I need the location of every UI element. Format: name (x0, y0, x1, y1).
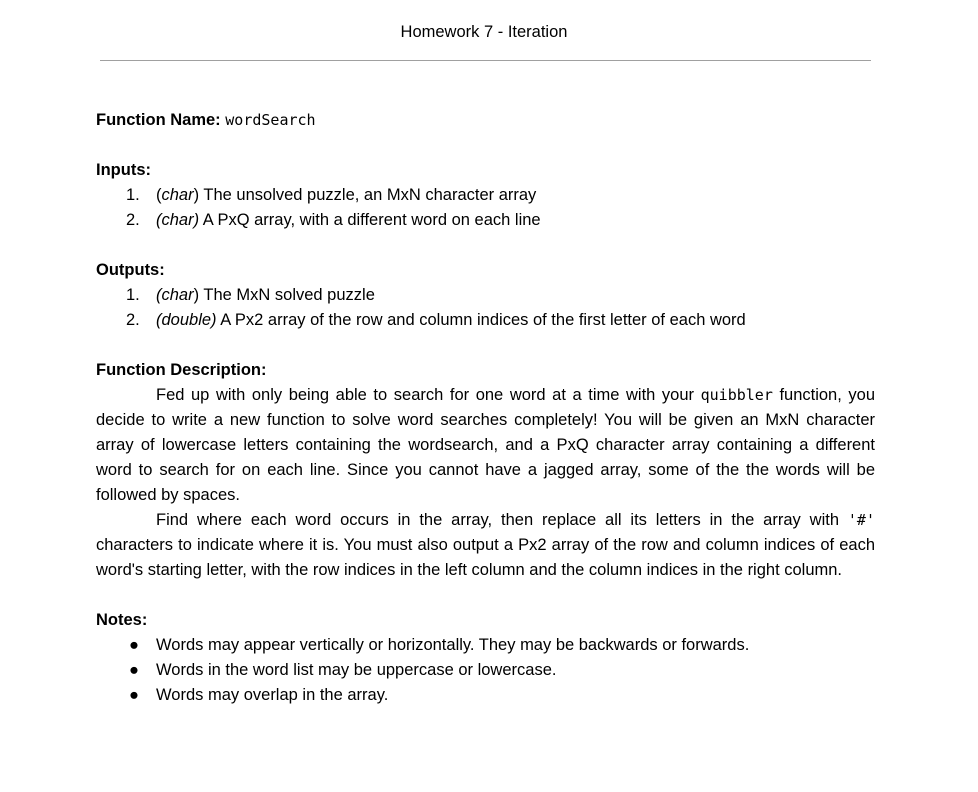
inline-code-quibbler: quibbler (700, 386, 773, 404)
description-paragraph-2: Find where each word occurs in the array… (96, 508, 875, 583)
notes-heading: Notes: (96, 611, 148, 629)
output-description: The MxN solved puzzle (199, 286, 375, 304)
note-text: Words may overlap in the array. (156, 686, 389, 704)
notes-list: ● Words may appear vertically or horizont… (96, 633, 875, 708)
note-text: Words may appear vertically or horizonta… (156, 636, 750, 654)
description-text: Fed up with only being able to search fo… (156, 386, 701, 404)
bullet-icon: ● (129, 686, 139, 704)
input-item: 2. (char) A PxQ array, with a different w… (96, 208, 875, 233)
input-description: A PxQ array, with a different word on ea… (199, 211, 541, 229)
output-type: (double) (156, 311, 217, 329)
outputs-heading: Outputs: (96, 261, 165, 279)
inputs-list: 1. (char) The unsolved puzzle, an MxN cha… (96, 183, 875, 233)
header-divider (100, 60, 871, 61)
bullet-icon: ● (129, 636, 139, 654)
input-item: 1. (char) The unsolved puzzle, an MxN cha… (96, 183, 875, 208)
list-number: 1. (126, 286, 140, 304)
page-header-title: Homework 7 - Iteration (400, 23, 568, 41)
output-item: 2. (double) A Px2 array of the row and co… (96, 308, 875, 333)
note-text: Words in the word list may be uppercase … (156, 661, 557, 679)
note-item: ● Words may overlap in the array. (96, 683, 875, 708)
list-number: 2. (126, 211, 140, 229)
description-text: characters to indicate where it is. You … (96, 536, 875, 579)
note-item: ● Words in the word list may be uppercase… (96, 658, 875, 683)
function-name-value: wordSearch (225, 111, 316, 129)
description-paragraph-1: Fed up with only being able to search fo… (96, 383, 875, 508)
input-type: char (161, 186, 194, 204)
note-item: ● Words may appear vertically or horizont… (96, 633, 875, 658)
output-item: 1. (char) The MxN solved puzzle (96, 283, 875, 308)
outputs-list: 1. (char) The MxN solved puzzle 2. (double… (96, 283, 875, 333)
description-heading: Function Description: (96, 361, 267, 379)
list-number: 2. (126, 311, 140, 329)
function-name-label: Function Name: (96, 111, 221, 129)
list-number: 1. (126, 186, 140, 204)
output-description: A Px2 array of the row and column indice… (216, 311, 746, 329)
function-name-line: Function Name: wordSearch (96, 108, 875, 133)
input-type: (char) (156, 211, 200, 229)
input-description: The unsolved puzzle, an MxN character ar… (199, 186, 537, 204)
description-text: Find where each word occurs in the array… (156, 511, 848, 529)
document-body: Function Name: wordSearch Inputs: 1. (cha… (96, 108, 875, 708)
inline-code-hash: '#' (847, 511, 875, 529)
inputs-heading: Inputs: (96, 161, 151, 179)
output-type: (char (156, 286, 194, 304)
bullet-icon: ● (129, 661, 139, 679)
